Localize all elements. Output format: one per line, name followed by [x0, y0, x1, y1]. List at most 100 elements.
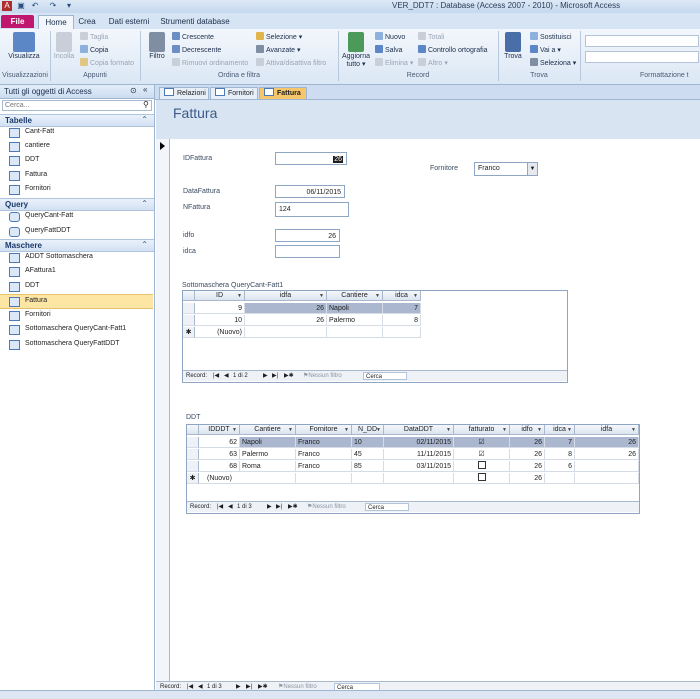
font-name-select[interactable] — [585, 35, 699, 47]
table-cell[interactable]: 68 — [199, 461, 240, 472]
subform2-search-input[interactable]: Cerca — [365, 503, 409, 511]
tab-home[interactable]: Home — [38, 15, 74, 29]
datafattura-field[interactable]: 06/11/2015 — [275, 185, 345, 198]
col-header-idfa[interactable]: idfa ▼ — [245, 291, 327, 301]
totali-button[interactable]: Totali — [418, 32, 444, 43]
undo-icon[interactable]: ↶ — [30, 1, 40, 11]
col-header-idfa[interactable]: idfa ▼ — [575, 425, 639, 435]
new-row-cell[interactable]: (Nuovo) — [199, 473, 296, 484]
nav-item-cant-fatt[interactable]: Cant-Fatt — [0, 126, 153, 139]
nav-item-queryfattddt[interactable]: QueryFattDDT — [0, 225, 153, 238]
table-cell[interactable]: 9 — [195, 303, 245, 314]
record-selector[interactable] — [156, 139, 170, 684]
col-header-idfo[interactable]: idfo ▼ — [510, 425, 545, 435]
table-cell[interactable]: 8 — [383, 315, 421, 326]
table-cell[interactable]: 62 — [199, 437, 240, 448]
copia-button[interactable]: Copia — [80, 45, 108, 56]
table-cell[interactable]: 45 — [352, 449, 384, 460]
visualizza-button[interactable]: Visualizza — [4, 32, 44, 61]
subform1-search-input[interactable]: Cerca — [363, 372, 407, 380]
row-selector[interactable] — [183, 303, 195, 314]
tab-file[interactable]: File — [1, 15, 34, 28]
controllo-ortografia-button[interactable]: Controllo ortografia — [418, 45, 488, 56]
table-cell[interactable]: 6 — [545, 461, 575, 472]
table-cell[interactable]: Franco — [296, 437, 352, 448]
table-cell[interactable]: Franco — [296, 461, 352, 472]
table-cell[interactable] — [296, 473, 352, 484]
sostituisci-button[interactable]: Sostituisci — [530, 32, 572, 43]
table-cell[interactable]: 8 — [545, 449, 575, 460]
table-cell[interactable] — [383, 327, 421, 338]
nav-item-fattura[interactable]: Fattura — [0, 169, 153, 182]
first-record-icon[interactable]: |◀ — [217, 502, 223, 512]
nav-item-addt-sottomaschera[interactable]: ADDT Sottomaschera — [0, 251, 153, 264]
select-all-corner[interactable] — [183, 291, 195, 301]
table-cell[interactable]: 7 — [383, 303, 421, 314]
row-selector[interactable] — [187, 449, 199, 460]
col-header-fornitore[interactable]: Fornitore ▼ — [296, 425, 352, 435]
col-header-cantiere[interactable]: Cantiere ▼ — [240, 425, 296, 435]
nuovo-button[interactable]: Nuovo — [375, 32, 405, 43]
nav-item-sottomaschera-queryfattddt[interactable]: Sottomaschera QueryFattDDT — [0, 338, 153, 351]
nav-item-form-ddt[interactable]: DDT — [0, 280, 153, 293]
copia-formato-button[interactable]: Copia formato — [80, 58, 134, 69]
taglia-button[interactable]: Taglia — [80, 32, 108, 43]
prev-record-icon[interactable]: ◀ — [228, 502, 233, 512]
table-cell[interactable] — [545, 473, 575, 484]
table-cell[interactable]: Palermo — [240, 449, 296, 460]
next-record-icon[interactable]: ▶ — [267, 502, 272, 512]
dropdown-arrow-icon[interactable]: ▼ — [527, 163, 537, 175]
select-all-corner[interactable] — [187, 425, 199, 435]
nav-item-cantiere[interactable]: cantiere — [0, 140, 153, 153]
table-cell[interactable]: 26 — [575, 449, 639, 460]
fatturato-checkbox[interactable] — [454, 473, 510, 484]
table-cell[interactable] — [327, 327, 383, 338]
vai-a-button[interactable]: Vai a ▾ — [530, 45, 561, 56]
fatturato-checkbox[interactable]: ☑ — [454, 437, 510, 448]
prev-record-icon[interactable]: ◀ — [224, 371, 229, 381]
fatturato-checkbox[interactable]: ☑ — [454, 449, 510, 460]
altro-button[interactable]: Altro ▾ — [418, 58, 448, 69]
tab-strumenti-database[interactable]: Strumenti database — [160, 15, 230, 28]
nav-item-afattura1[interactable]: AFattura1 — [0, 265, 153, 278]
col-header-id[interactable]: ID ▼ — [195, 291, 245, 301]
save-icon[interactable]: ▣ — [16, 1, 26, 11]
table-cell[interactable]: Napoli — [240, 437, 296, 448]
trova-button[interactable]: Trova — [501, 32, 525, 61]
last-record-icon[interactable]: ▶| — [276, 502, 282, 512]
new-record-icon[interactable]: ✱ — [183, 327, 195, 338]
nfattura-field[interactable]: 124 — [275, 202, 349, 217]
new-record-nav-icon[interactable]: ▶✱ — [288, 502, 298, 512]
collapse-pane-icon[interactable]: « — [143, 85, 147, 94]
row-selector[interactable] — [187, 437, 199, 448]
table-cell[interactable]: 26 — [510, 449, 545, 460]
filtro-button[interactable]: Filtro — [144, 32, 170, 61]
table-cell[interactable] — [575, 461, 639, 472]
table-cell[interactable] — [575, 473, 639, 484]
incolla-button[interactable]: Incolla — [52, 32, 76, 61]
table-cell[interactable]: 10 — [195, 315, 245, 326]
table-cell[interactable] — [245, 327, 327, 338]
nav-item-querycant-fatt[interactable]: QueryCant-Fatt — [0, 210, 153, 223]
table-cell[interactable]: 26 — [510, 437, 545, 448]
row-selector[interactable] — [183, 315, 195, 326]
nav-header[interactable]: Tutti gli oggetti di Access ⊙ « — [0, 85, 154, 99]
fornitore-select[interactable]: Franco ▼ — [474, 162, 538, 176]
first-record-icon[interactable]: |◀ — [213, 371, 219, 381]
idfattura-field[interactable]: 26 — [275, 152, 347, 165]
nav-item-form-fornitori[interactable]: Fornitori — [0, 309, 153, 322]
table-cell[interactable] — [384, 473, 454, 484]
table-cell[interactable]: Roma — [240, 461, 296, 472]
filter-status[interactable]: ⚑ Nessun filtro — [303, 371, 342, 381]
nav-search-input[interactable] — [2, 100, 152, 111]
selezione-button[interactable]: Selezione ▾ — [256, 32, 302, 43]
table-cell[interactable]: 11/11/2015 — [384, 449, 454, 460]
new-row-cell[interactable]: (Nuovo) — [195, 327, 245, 338]
new-record-nav-icon[interactable]: ▶✱ — [284, 371, 294, 381]
table-cell[interactable]: 10 — [352, 437, 384, 448]
attiva-filtro-button[interactable]: Attiva/disattiva filtro — [256, 58, 326, 69]
table-cell[interactable]: 26 — [245, 303, 327, 314]
doc-tab-fattura[interactable]: Fattura — [259, 87, 307, 99]
col-header-fatturato[interactable]: fatturato ▼ — [454, 425, 510, 435]
col-header-idca[interactable]: idca ▼ — [383, 291, 421, 301]
